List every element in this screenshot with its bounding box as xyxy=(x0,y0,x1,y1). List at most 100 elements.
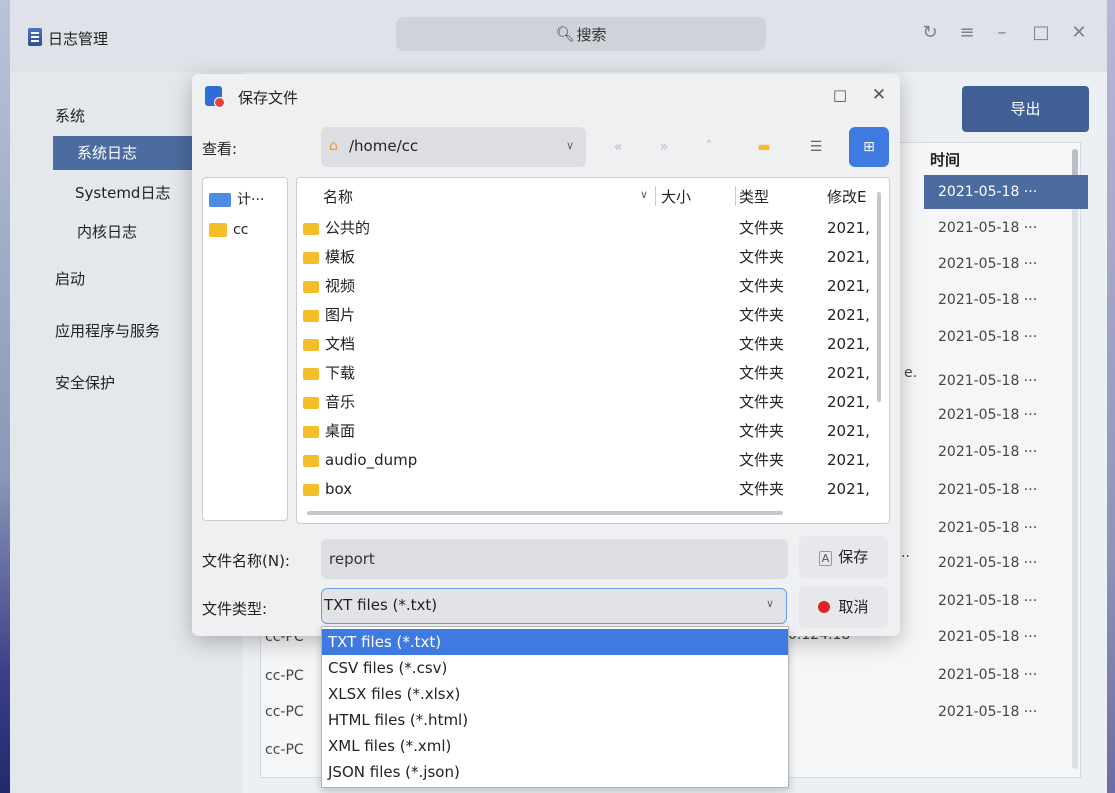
sidebar-item-system-log[interactable]: 系统日志 xyxy=(53,136,213,170)
table-cell-time[interactable]: 2021-05-18 ··· xyxy=(924,175,1088,209)
cancel-button[interactable]: 取消 xyxy=(799,586,888,628)
export-button[interactable]: 导出 xyxy=(962,86,1089,132)
home-icon: ⌂ xyxy=(329,138,338,154)
column-header-modified[interactable]: 修改E xyxy=(827,186,866,207)
file-list-vertical-scrollbar[interactable] xyxy=(877,192,881,402)
folder-icon xyxy=(303,252,319,264)
search-input[interactable]: 🔍︎ 搜索 xyxy=(396,17,766,51)
parent-directory-icon[interactable]: ˄ xyxy=(689,127,729,167)
app-title: 日志管理 xyxy=(48,30,109,48)
filetype-option[interactable]: XLSX files (*.xlsx) xyxy=(322,681,788,707)
table-cell-time[interactable]: 2021-05-18 ··· xyxy=(924,473,1088,507)
file-name: 图片 xyxy=(325,306,356,324)
forward-icon[interactable]: » xyxy=(644,127,684,167)
column-header-time[interactable]: 时间 xyxy=(924,145,1080,175)
file-row[interactable]: 音乐 文件夹 2021, xyxy=(297,388,873,417)
save-button-label: 保存 xyxy=(838,548,869,566)
detail-view-icon[interactable]: ⊞ xyxy=(849,127,889,167)
sidebar-item-label: 安全保护 xyxy=(55,374,116,392)
table-cell-time[interactable]: 2021-05-18 ··· xyxy=(924,398,1088,432)
place-home[interactable]: cc xyxy=(209,218,248,242)
save-icon: A xyxy=(818,551,833,566)
titlebar: 日志管理 🔍︎ 搜索 ↻ ≡ – □ ✕ xyxy=(10,0,1107,72)
column-header-size[interactable]: 大小 xyxy=(661,186,691,207)
place-computer[interactable]: 计··· xyxy=(209,188,264,212)
column-header-name[interactable]: 名称 xyxy=(323,186,353,207)
table-cell-time[interactable]: 2021-05-18 ··· xyxy=(924,511,1088,545)
table-cell-time[interactable]: 2021-05-18 ··· xyxy=(924,320,1088,354)
file-date: 2021, xyxy=(827,277,870,295)
menu-icon[interactable]: ≡ xyxy=(954,20,980,46)
refresh-icon[interactable]: ↻ xyxy=(917,20,943,46)
sidebar-item-label: 系统 xyxy=(55,107,86,125)
filename-input[interactable] xyxy=(321,539,788,579)
table-cell-time[interactable]: 2021-05-18 ··· xyxy=(924,658,1088,692)
column-header-type[interactable]: 类型 xyxy=(739,186,769,207)
file-type: 文件夹 xyxy=(739,422,785,440)
filetype-value: TXT files (*.txt) xyxy=(324,596,438,614)
list-view-icon[interactable]: ☰ xyxy=(796,127,836,167)
file-row[interactable]: 桌面 文件夹 2021, xyxy=(297,417,873,446)
table-cell-time[interactable]: 2021-05-18 ··· xyxy=(924,247,1088,281)
folder-icon xyxy=(303,426,319,438)
folder-icon xyxy=(303,310,319,322)
file-row[interactable]: 下载 文件夹 2021, xyxy=(297,359,873,388)
maximize-icon[interactable]: □ xyxy=(829,84,851,106)
file-name: 音乐 xyxy=(325,393,356,411)
table-cell-time[interactable]: 2021-05-18 ··· xyxy=(924,283,1088,317)
partial-cell-text: e. xyxy=(904,365,918,381)
file-row[interactable]: 公共的 文件夹 2021, xyxy=(297,214,873,243)
table-cell-time[interactable]: 2021-05-18 ··· xyxy=(924,364,1088,398)
file-list-horizontal-scrollbar[interactable] xyxy=(307,511,783,515)
computer-icon xyxy=(209,193,231,207)
file-row[interactable]: 视频 文件夹 2021, xyxy=(297,272,873,301)
back-icon[interactable]: « xyxy=(598,127,638,167)
filetype-option[interactable]: TXT files (*.txt) xyxy=(322,629,788,655)
close-icon[interactable]: ✕ xyxy=(1066,20,1092,46)
file-row[interactable]: 模板 文件夹 2021, xyxy=(297,243,873,272)
filetype-combobox[interactable]: TXT files (*.txt) ∨ xyxy=(321,588,787,624)
table-cell-time[interactable]: 2021-05-18 ··· xyxy=(924,211,1088,245)
maximize-icon[interactable]: □ xyxy=(1028,20,1054,46)
file-row[interactable]: audio_dump 文件夹 2021, xyxy=(297,446,873,475)
table-cell-time[interactable]: 2021-05-18 ··· xyxy=(924,546,1088,580)
place-label: cc xyxy=(233,222,249,238)
filetype-option[interactable]: JSON files (*.json) xyxy=(322,759,788,785)
file-name: 模板 xyxy=(325,248,356,266)
file-date: 2021, xyxy=(827,306,870,324)
file-date: 2021, xyxy=(827,364,870,382)
filetype-label: 文件类型: xyxy=(202,600,268,618)
desktop-wallpaper-left xyxy=(0,0,10,793)
save-button[interactable]: A 保存 xyxy=(799,536,888,578)
file-date: 2021, xyxy=(827,248,870,266)
filetype-option[interactable]: XML files (*.xml) xyxy=(322,733,788,759)
minimize-icon[interactable]: – xyxy=(989,20,1015,46)
table-cell-host[interactable]: cc-PC xyxy=(265,695,315,729)
sidebar-item-label: 应用程序与服务 xyxy=(55,322,161,340)
table-cell-host[interactable]: cc-PC xyxy=(265,659,315,693)
dialog-title: 保存文件 xyxy=(238,89,299,107)
file-name: 桌面 xyxy=(325,422,356,440)
table-cell-time[interactable]: 2021-05-18 ··· xyxy=(924,620,1088,654)
table-cell-time[interactable]: 2021-05-18 ··· xyxy=(924,584,1088,618)
file-row[interactable]: 文档 文件夹 2021, xyxy=(297,330,873,359)
table-cell-host[interactable]: cc-PC xyxy=(265,733,315,767)
table-scrollbar-thumb[interactable] xyxy=(1072,149,1078,177)
sidebar-item-label: 内核日志 xyxy=(77,223,138,241)
table-cell-time[interactable]: 2021-05-18 ··· xyxy=(924,435,1088,469)
close-icon[interactable]: ✕ xyxy=(868,84,890,106)
file-row[interactable]: box 文件夹 2021, xyxy=(297,475,873,504)
home-folder-icon xyxy=(209,223,227,237)
folder-icon xyxy=(303,339,319,351)
file-name: 下载 xyxy=(325,364,356,382)
sidebar-item-label: 系统日志 xyxy=(77,144,138,162)
chevron-down-icon: ∨ xyxy=(565,139,574,152)
filetype-option[interactable]: HTML files (*.html) xyxy=(322,707,788,733)
path-value: /home/cc xyxy=(349,137,419,155)
table-cell-time[interactable]: 2021-05-18 ··· xyxy=(924,695,1088,729)
new-folder-icon[interactable]: ▬ xyxy=(744,127,784,167)
path-combobox[interactable]: ⌂ /home/cc ∨ xyxy=(321,127,586,167)
filename-label: 文件名称(N): xyxy=(202,552,290,570)
filetype-option[interactable]: CSV files (*.csv) xyxy=(322,655,788,681)
file-row[interactable]: 图片 文件夹 2021, xyxy=(297,301,873,330)
